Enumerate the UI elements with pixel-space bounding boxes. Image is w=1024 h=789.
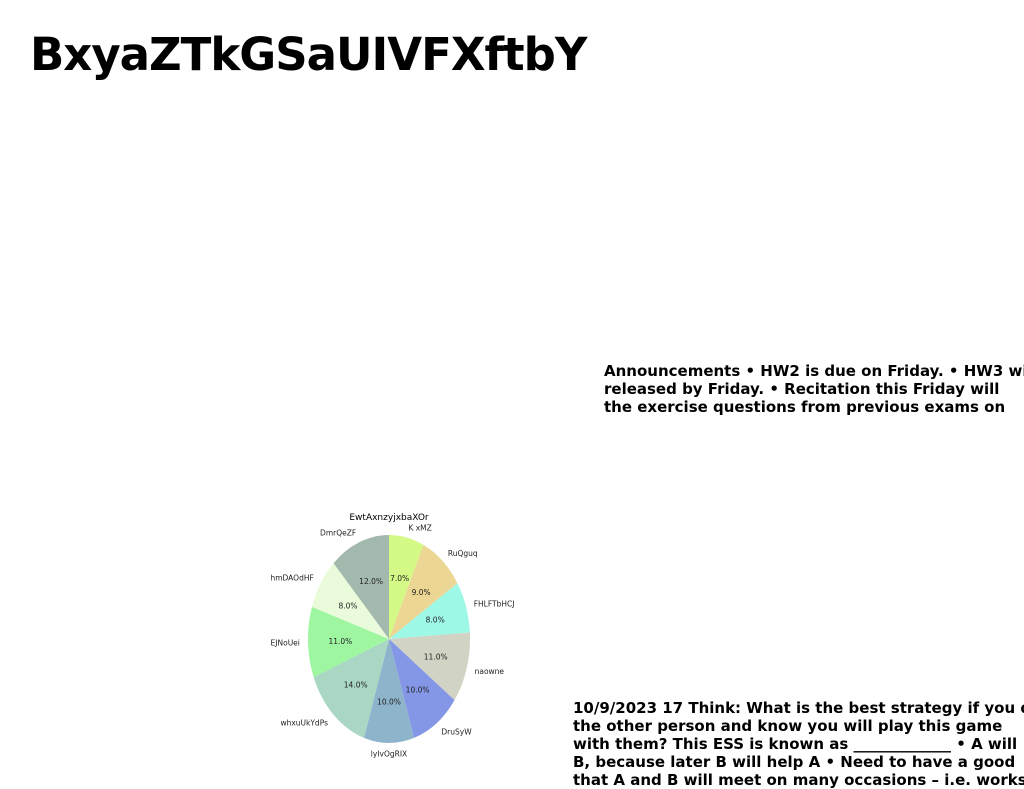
announcements-line: released by Friday. • Recitation this Fr… bbox=[604, 380, 1000, 398]
pie-chart: EwtAxnzyjxbaXOr 7.0% K xMZ 9.0% RuQguq 8.0% F… bbox=[262, 506, 527, 766]
slice-category-label: hmDAOdHF bbox=[270, 574, 313, 583]
slice-category-label: whxuUkYdPs bbox=[280, 718, 328, 727]
slice-percent-label: 14.0% bbox=[344, 681, 368, 690]
think-line: that A and B will meet on many occasions… bbox=[573, 771, 1024, 789]
announcements-text: Announcements • HW2 is due on Friday. • … bbox=[604, 362, 1024, 416]
announcements-line: the exercise questions from previous exa… bbox=[604, 398, 1006, 416]
think-line: B, because later B will help A • Need to… bbox=[573, 753, 1016, 771]
think-line: the other person and know you will play … bbox=[573, 717, 1003, 735]
slice-category-label: DruSyW bbox=[441, 728, 472, 737]
slice-percent-label: 11.0% bbox=[328, 637, 352, 646]
think-line: 10/9/2023 17 Think: What is the best str… bbox=[573, 699, 1024, 717]
chart-title: EwtAxnzyjxbaXOr bbox=[349, 513, 429, 523]
slice-percent-label: 12.0% bbox=[359, 577, 383, 586]
pie-chart-svg: EwtAxnzyjxbaXOr 7.0% K xMZ 9.0% RuQguq 8.0% F… bbox=[270, 513, 515, 758]
think-text: 10/9/2023 17 Think: What is the best str… bbox=[573, 699, 1024, 789]
slice-percent-label: 8.0% bbox=[426, 616, 445, 625]
slice-category-label: DmrQeZF bbox=[320, 529, 356, 538]
page-title: BxyaZTkGSaUIVFXftbY bbox=[30, 28, 587, 81]
slice-category-label: naowne bbox=[475, 667, 505, 676]
slice-category-label: K xMZ bbox=[408, 523, 431, 532]
slice-category-label: FHLFTbHCJ bbox=[474, 600, 515, 609]
slice-percent-label: 8.0% bbox=[338, 602, 357, 611]
slice-percent-label: 7.0% bbox=[390, 574, 409, 583]
slice-category-label: RuQguq bbox=[448, 549, 478, 558]
announcements-line: Announcements • HW2 is due on Friday. • … bbox=[604, 362, 1024, 380]
slice-category-label: EJNoUei bbox=[271, 639, 300, 648]
slice-percent-label: 10.0% bbox=[377, 697, 401, 706]
slice-percent-label: 9.0% bbox=[412, 588, 431, 597]
slice-percent-label: 11.0% bbox=[424, 652, 448, 661]
slice-percent-label: 10.0% bbox=[406, 686, 430, 695]
think-line: with them? This ESS is known as ________… bbox=[573, 735, 1018, 753]
slice-category-label: lyIvOgRIX bbox=[371, 749, 407, 758]
